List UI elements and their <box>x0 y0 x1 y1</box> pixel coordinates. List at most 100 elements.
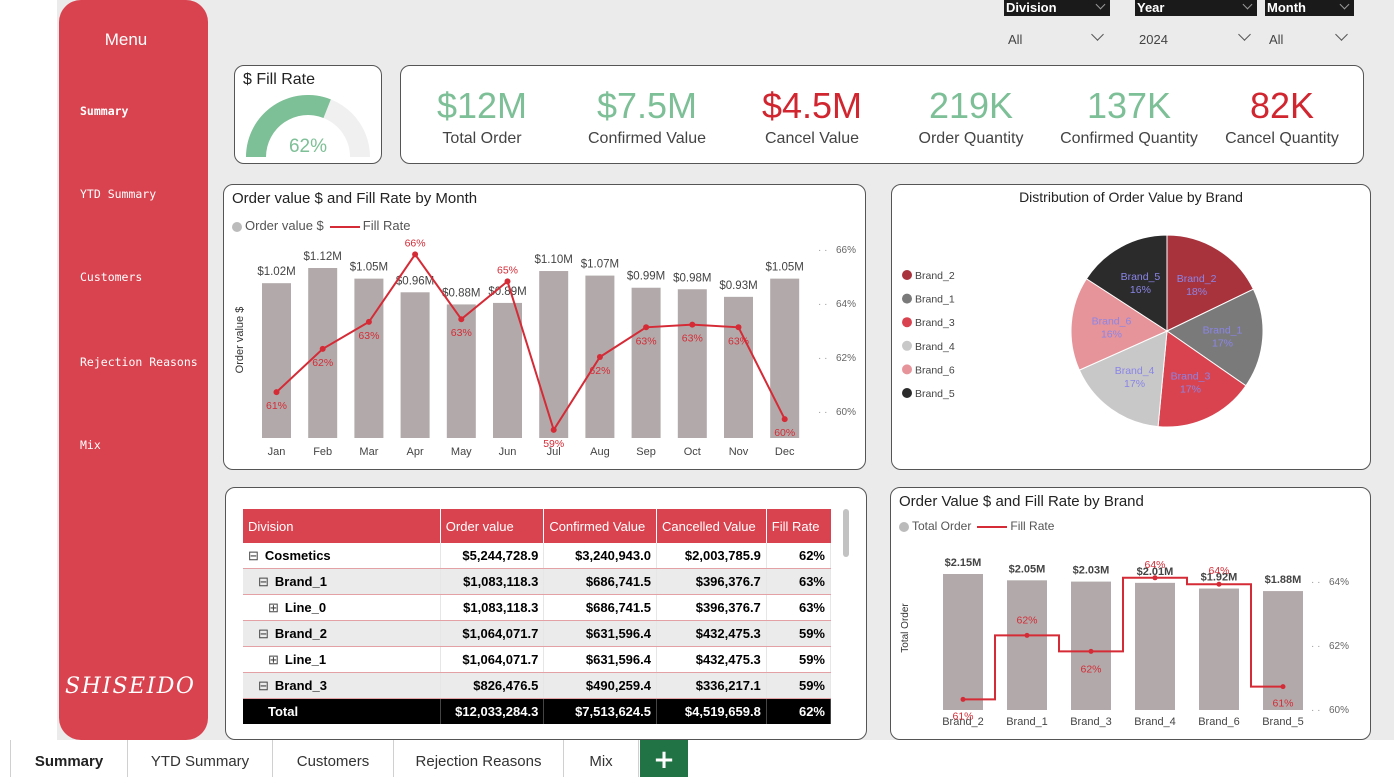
row-indent: ⊟ Brand_2 <box>248 626 327 641</box>
brand-chart-plot: 64% · · 62% · · 60% · · Total Order $2.15M Brand… <box>900 557 1349 728</box>
cancelled-value-cell: $336,217.1 <box>656 672 767 699</box>
bar-value-label: $0.88M <box>442 287 480 299</box>
fill-rate-label: 63% <box>451 327 472 339</box>
legend-marker <box>902 340 912 351</box>
tab-ytd-summary[interactable]: YTD Summary <box>128 740 273 777</box>
bar-value-label: $1.10M <box>535 254 573 266</box>
y2-tick-dots: · · <box>818 353 827 364</box>
expand-icon[interactable]: ⊞ <box>268 653 279 666</box>
tab-summary[interactable]: Summary <box>11 740 128 777</box>
y2-tick-dots: · · <box>818 245 827 256</box>
y2-tick-dots: · · <box>1311 705 1320 716</box>
table-row: ⊟ Brand_3 $826,476.5 $490,259.4 $336,217.… <box>243 672 832 699</box>
sidebar-menu: Menu Summary YTD Summary Customers Rejec… <box>59 0 208 740</box>
kpi-card: $12M Total Order $7.5M Confirmed Value $… <box>400 65 1364 164</box>
fill-rate-point <box>781 416 788 423</box>
month-slicer[interactable]: Month All <box>1265 0 1354 47</box>
y2-tick-dots: · · <box>818 299 827 310</box>
kpi-value: 219K <box>928 85 1014 126</box>
shiseido-logo: SHISEIDO <box>65 674 196 699</box>
fill-rate-label: 59% <box>543 438 564 450</box>
legend-marker <box>902 317 912 328</box>
y2-tick-label: 62% <box>836 353 856 364</box>
fill-rate-point <box>735 324 742 331</box>
x-tick-label: Brand_1 <box>1006 716 1048 728</box>
bar-value-label: $1.05M <box>350 262 388 274</box>
x-tick-label: May <box>451 446 472 458</box>
brand-chart-card: Order Value $ and Fill Rate by Brand Tot… <box>890 487 1371 740</box>
sidebar-item-ytd-summary[interactable]: YTD Summary <box>80 187 156 201</box>
legend-label: Brand_2 <box>915 270 955 282</box>
sidebar-item-summary[interactable]: Summary <box>80 104 128 118</box>
x-tick-label: Brand_6 <box>1198 716 1240 728</box>
kpi-value: 82K <box>1249 85 1315 126</box>
collapse-icon[interactable]: ⊟ <box>258 627 269 640</box>
total-order-value: $12,033,284.3 <box>440 698 545 724</box>
division-slicer[interactable]: Division All <box>1004 0 1110 47</box>
tab-customers[interactable]: Customers <box>273 740 394 777</box>
kpi-label: Total Order <box>442 130 522 147</box>
year-slicer-value[interactable]: 2024 <box>1135 28 1257 47</box>
bar-brand-5 <box>1263 591 1303 710</box>
tab-rejection-reasons[interactable]: Rejection Reasons <box>394 740 564 777</box>
legend-marker <box>902 364 912 375</box>
order-value-cell: $1,083,118.3 <box>440 594 545 621</box>
column-header-order-value[interactable]: Order value <box>440 509 545 543</box>
collapse-icon[interactable]: ⊟ <box>248 549 259 562</box>
month-slicer-value[interactable]: All <box>1265 28 1354 47</box>
fill-rate-label: 66% <box>405 237 426 249</box>
fill-rate-point <box>365 318 372 325</box>
legend-label: Brand_4 <box>915 341 955 353</box>
sidebar-item-mix[interactable]: Mix <box>80 438 101 452</box>
fill-rate-cell: 62% <box>766 543 832 569</box>
x-tick-label: Mar <box>359 446 378 458</box>
column-header-cancelled-value[interactable]: Cancelled Value <box>656 509 767 543</box>
collapse-icon[interactable]: ⊟ <box>258 679 269 692</box>
sidebar-item-rejection-reasons[interactable]: Rejection Reasons <box>80 355 198 369</box>
row-division-cell: ⊞ Line_0 <box>243 594 441 621</box>
row-label: Brand_3 <box>274 678 327 693</box>
kpi-label: Cancel Quantity <box>1225 130 1339 147</box>
kpi-confirmed-quantity: 137K Confirmed Quantity <box>1053 84 1205 148</box>
division-slicer-value[interactable]: All <box>1004 28 1110 47</box>
bar-value-label: $1.02M <box>257 266 295 278</box>
expand-icon[interactable]: ⊞ <box>268 601 279 614</box>
row-label: Cosmetics <box>264 548 331 563</box>
year-slicer-label: Year <box>1135 0 1257 16</box>
column-header-fill-rate[interactable]: Fill Rate <box>766 509 831 543</box>
fill-rate-label: 63% <box>636 335 657 347</box>
x-tick-label: Jan <box>268 446 286 458</box>
fill-rate-point <box>1024 632 1030 638</box>
fill-rate-point <box>550 426 557 433</box>
confirmed-value-cell: $631,596.4 <box>543 620 657 647</box>
table-total-row: Total $12,033,284.3 $7,513,624.5 $4,519,… <box>243 698 832 724</box>
y2-tick-label: 64% <box>836 299 856 310</box>
row-division-cell: ⊟ Brand_2 <box>243 620 441 647</box>
collapse-icon[interactable]: ⊟ <box>258 575 269 588</box>
add-page-button[interactable]: + <box>640 740 688 777</box>
month-slicer-label: Month <box>1265 0 1354 16</box>
fill-rate-label: 62% <box>1080 663 1101 675</box>
y2-tick-dots: · · <box>1311 577 1320 588</box>
kpi-label: Confirmed Quantity <box>1060 130 1198 147</box>
tab-mix[interactable]: Mix <box>564 740 639 777</box>
fill-rate-point <box>1088 648 1094 654</box>
year-slicer[interactable]: Year 2024 <box>1135 0 1257 47</box>
table-scrollbar[interactable] <box>843 509 849 557</box>
x-tick-label: Brand_3 <box>1070 716 1112 728</box>
bar-brand-2 <box>943 574 983 710</box>
fill-rate-point <box>596 354 603 360</box>
total-cancelled-value: $4,519,659.8 <box>656 698 767 724</box>
fill-rate-point <box>1280 684 1286 690</box>
table-row: ⊟ Brand_2 $1,064,071.7 $631,596.4 $432,47… <box>243 620 832 647</box>
table-row: ⊞ Line_0 $1,083,118.3 $686,741.5 $396,376… <box>243 594 832 621</box>
row-indent: ⊟ Brand_3 <box>248 678 327 693</box>
fill-rate-label: 61% <box>266 400 287 412</box>
order-value-cell: $1,083,118.3 <box>440 568 545 595</box>
column-header-division[interactable]: Division <box>243 509 441 543</box>
pie-slice-name: Brand_3 <box>1171 370 1211 382</box>
division-matrix-table: Division Order value Confirmed Value Can… <box>243 509 832 724</box>
total-confirmed-value: $7,513,624.5 <box>543 698 657 724</box>
sidebar-item-customers[interactable]: Customers <box>80 270 142 284</box>
column-header-confirmed-value[interactable]: Confirmed Value <box>543 509 657 543</box>
